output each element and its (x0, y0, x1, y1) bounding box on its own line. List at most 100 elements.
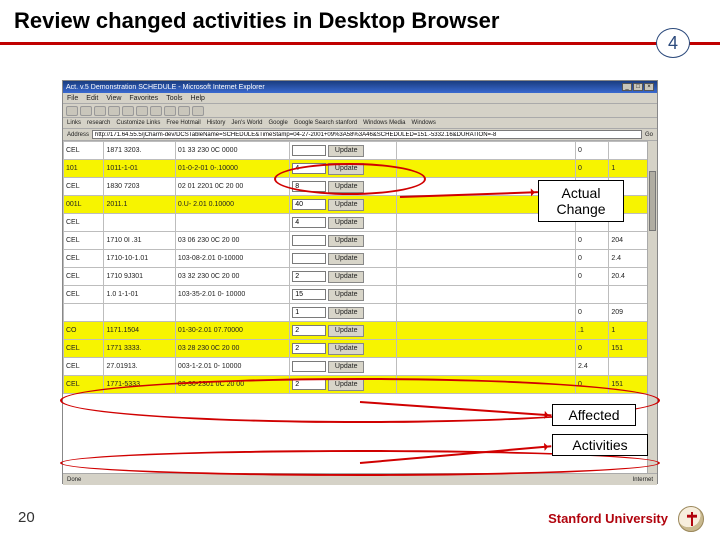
scroll-thumb[interactable] (649, 171, 656, 231)
minimize-button[interactable]: _ (622, 83, 632, 91)
links-bar: Links research Customize Links Free Hotm… (63, 118, 657, 129)
links-label: Links (67, 120, 81, 126)
table-row: Update0209 (64, 304, 657, 322)
value-input[interactable] (292, 235, 326, 246)
slide-title: Review changed activities in Desktop Bro… (14, 8, 499, 34)
refresh-icon[interactable] (108, 106, 120, 116)
stop-icon[interactable] (94, 106, 106, 116)
cell-id (104, 304, 175, 322)
value-input[interactable] (292, 343, 326, 354)
status-left: Done (67, 477, 81, 483)
cell-spacer (397, 232, 576, 250)
home-icon[interactable] (122, 106, 134, 116)
value-input[interactable] (292, 199, 326, 210)
cell-id: 1771 3333. (104, 340, 175, 358)
update-button[interactable]: Update (328, 235, 364, 247)
value-input[interactable] (292, 325, 326, 336)
cell-spacer (397, 322, 576, 340)
menu-view[interactable]: View (106, 95, 121, 102)
link-item[interactable]: Free Hotmail (166, 120, 200, 126)
cell-spacer (397, 340, 576, 358)
link-item[interactable]: Windows (412, 120, 436, 126)
update-button[interactable]: Update (328, 199, 364, 211)
cell-type: CEL (64, 142, 104, 160)
update-button[interactable]: Update (328, 253, 364, 265)
menu-edit[interactable]: Edit (86, 95, 98, 102)
callout-line2: Change (556, 201, 605, 217)
table-row: CEL1710-10-1.01103-08-2.01 0-10000 Updat… (64, 250, 657, 268)
title-underline (0, 42, 720, 45)
update-button[interactable]: Update (328, 325, 364, 337)
update-button[interactable]: Update (328, 145, 364, 157)
cell-input: Update (290, 196, 397, 214)
cell-timestamp: 01 33 230 0C 0000 (175, 142, 289, 160)
favorites-icon[interactable] (150, 106, 162, 116)
table-row: CEL1871 3203.01 33 230 0C 0000 Update0 (64, 142, 657, 160)
cell-id: 1171.1504 (104, 322, 175, 340)
cell-id: 1.0 1-1-01 (104, 286, 175, 304)
maximize-button[interactable]: □ (633, 83, 643, 91)
cell-spacer (397, 358, 576, 376)
value-input[interactable] (292, 271, 326, 282)
menu-tools[interactable]: Tools (166, 95, 182, 102)
cell-id: 1710 0I .31 (104, 232, 175, 250)
cell-v1: 0 (576, 304, 609, 322)
menu-bar: File Edit View Favorites Tools Help (63, 93, 657, 104)
cell-v1: 0 (576, 268, 609, 286)
link-item[interactable]: Windows Media (363, 120, 405, 126)
status-right: Internet (633, 477, 653, 483)
update-button[interactable]: Update (328, 361, 364, 373)
cell-timestamp: 03 06 230 0C 20 00 (175, 232, 289, 250)
update-button[interactable]: Update (328, 217, 364, 229)
cell-id: 1830 7203 (104, 178, 175, 196)
print-icon[interactable] (192, 106, 204, 116)
value-input[interactable] (292, 361, 326, 372)
table-row: CEL27.01913.003-1-2.01 0- 10000 Update2.… (64, 358, 657, 376)
back-icon[interactable] (66, 106, 78, 116)
mail-icon[interactable] (178, 106, 190, 116)
page-number: 20 (18, 509, 35, 526)
address-input[interactable] (92, 130, 642, 139)
cell-timestamp: 103-08-2.01 0-10000 (175, 250, 289, 268)
table-row: CEL1.0 1-1-01103-35-2.01 0- 10000 Update (64, 286, 657, 304)
link-item[interactable]: Customize Links (116, 120, 160, 126)
link-item[interactable]: Google Search stanford (294, 120, 357, 126)
cell-v1: 0 (576, 232, 609, 250)
link-item[interactable]: Google (268, 120, 287, 126)
value-input[interactable] (292, 289, 326, 300)
go-button[interactable]: Go (645, 132, 653, 138)
cell-spacer (397, 268, 576, 286)
value-input[interactable] (292, 253, 326, 264)
forward-icon[interactable] (80, 106, 92, 116)
value-input[interactable] (292, 217, 326, 228)
cell-id: 27.01913. (104, 358, 175, 376)
table-row: CEL1710 9J30103 32 230 0C 20 00 Update02… (64, 268, 657, 286)
update-button[interactable]: Update (328, 289, 364, 301)
menu-file[interactable]: File (67, 95, 78, 102)
callout-actual-change: Actual Change (538, 180, 624, 222)
link-item[interactable]: research (87, 120, 110, 126)
close-button[interactable]: × (644, 83, 654, 91)
cell-type: CEL (64, 358, 104, 376)
history-icon[interactable] (164, 106, 176, 116)
cell-timestamp (175, 304, 289, 322)
link-item[interactable]: Jen's World (231, 120, 262, 126)
cell-timestamp: 01-0-2-01 0-.10000 (175, 160, 289, 178)
table-row: CO1171.150401-30-2.01 07.70000 Update.11 (64, 322, 657, 340)
search-icon[interactable] (136, 106, 148, 116)
value-input[interactable] (292, 307, 326, 318)
callout-affected: Affected (552, 404, 636, 426)
window-titlebar: Act. v.5 Demonstration SCHEDULE - Micros… (63, 81, 657, 93)
update-button[interactable]: Update (328, 343, 364, 355)
menu-favorites[interactable]: Favorites (129, 95, 158, 102)
update-button[interactable]: Update (328, 271, 364, 283)
update-button[interactable]: Update (328, 307, 364, 319)
menu-help[interactable]: Help (191, 95, 205, 102)
cell-spacer (397, 286, 576, 304)
scrollbar[interactable] (647, 141, 657, 473)
table-row: CEL1771 3333.03 28 230 0C 20 00 Update01… (64, 340, 657, 358)
cell-timestamp: 01-30-2.01 07.70000 (175, 322, 289, 340)
cell-type: CO (64, 322, 104, 340)
value-input[interactable] (292, 145, 326, 156)
link-item[interactable]: History (207, 120, 226, 126)
